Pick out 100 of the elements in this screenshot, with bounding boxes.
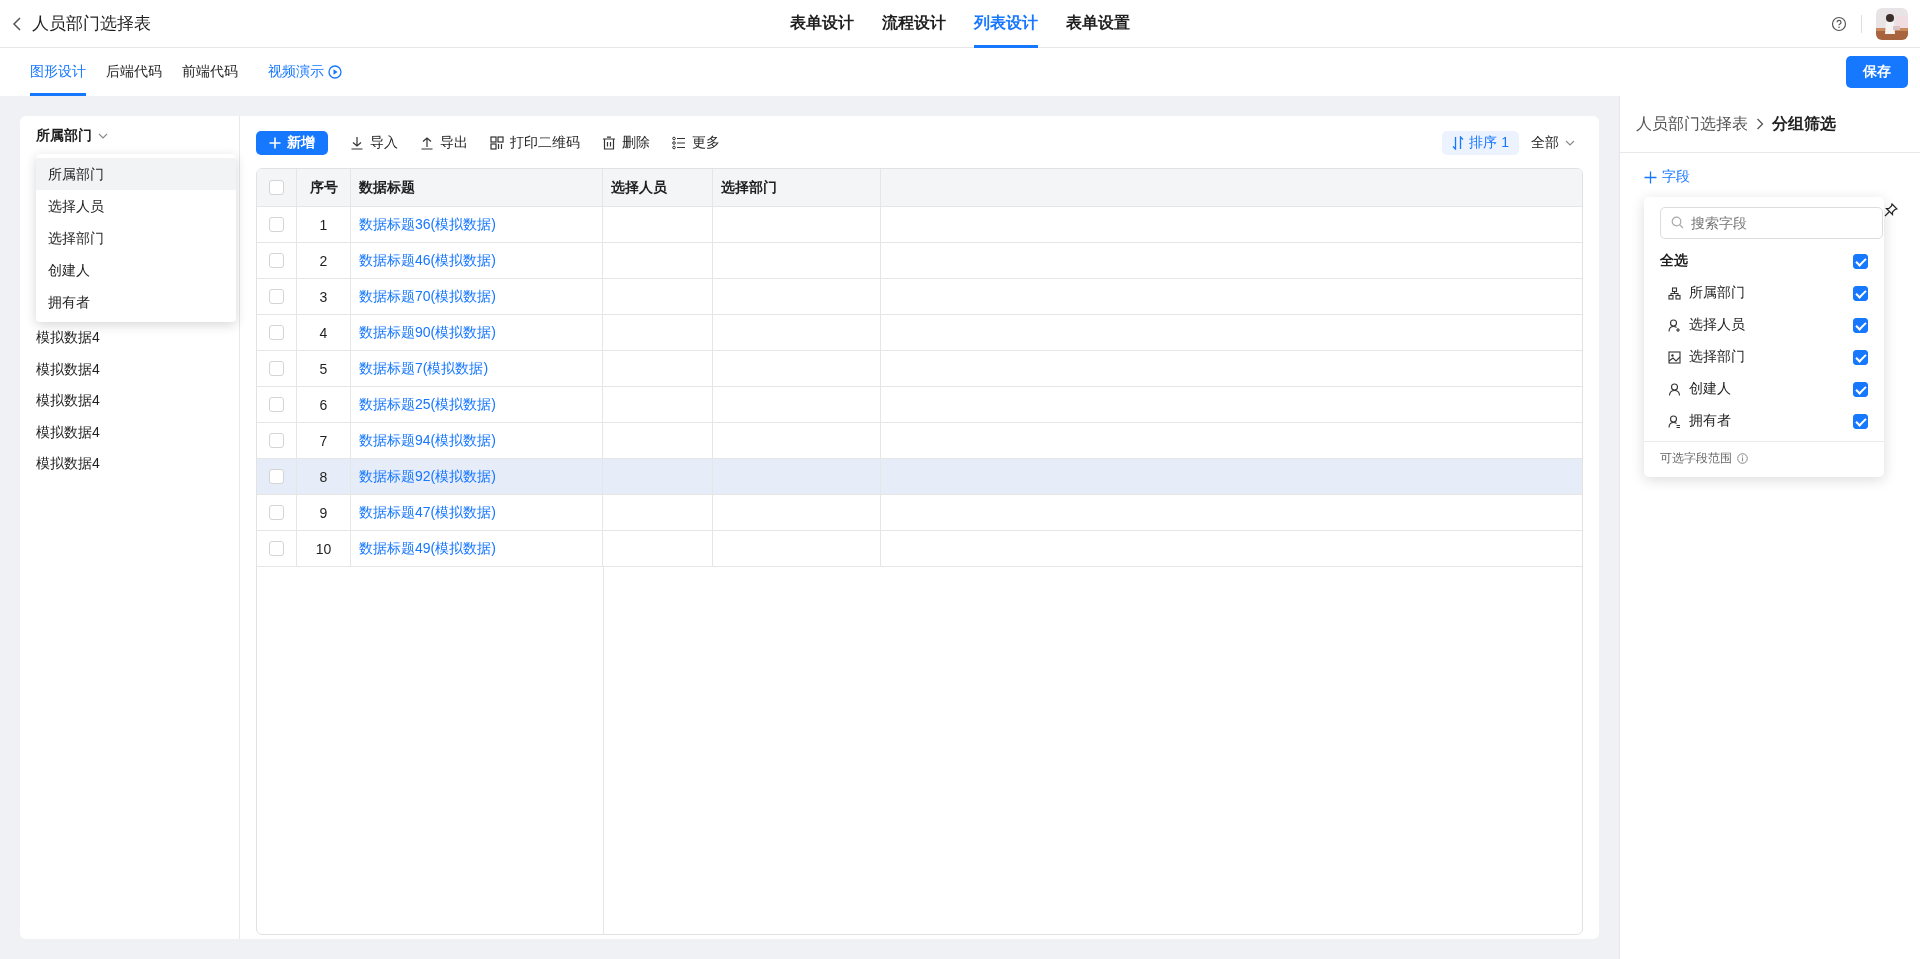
group-item[interactable]: 模拟数据4 — [36, 353, 223, 385]
chevron-right-icon — [1756, 118, 1764, 130]
hierarchy-icon — [1668, 286, 1681, 300]
nav-tab[interactable]: 表单设计 — [790, 0, 854, 48]
table-cell: 7 — [297, 423, 351, 458]
sort-button[interactable]: 排序 1 — [1442, 131, 1519, 155]
title-link[interactable]: 数据标题70(模拟数据) — [359, 287, 496, 306]
group-item[interactable]: 模拟数据4 — [36, 416, 223, 448]
video-link[interactable]: 视频演示 — [268, 48, 342, 96]
breadcrumb-link[interactable]: 人员部门选择表 — [1636, 113, 1748, 135]
grid-icon — [490, 136, 504, 150]
checkbox[interactable] — [1853, 253, 1868, 269]
group-item[interactable]: 模拟数据4 — [36, 322, 223, 354]
dropdown-option[interactable]: 所属部门 — [36, 158, 236, 190]
column-header: 数据标题 — [351, 169, 603, 206]
dropdown-option[interactable]: 拥有者 — [36, 286, 236, 318]
sub-tab[interactable]: 后端代码 — [106, 48, 162, 96]
list-icon — [672, 136, 686, 150]
table-row[interactable]: 1 数据标题36(模拟数据) — [257, 207, 1582, 243]
title-link[interactable]: 数据标题90(模拟数据) — [359, 323, 496, 342]
sub-tab[interactable]: 图形设计 — [30, 48, 86, 96]
title-link[interactable]: 数据标题46(模拟数据) — [359, 251, 496, 270]
table-cell: 5 — [297, 351, 351, 386]
chevron-down-icon — [98, 133, 108, 139]
table-cell: 8 — [297, 459, 351, 494]
back-icon[interactable] — [12, 15, 22, 32]
play-icon — [328, 65, 342, 79]
search-field[interactable]: 搜索字段 — [1660, 207, 1883, 239]
select-all-label: 全选 — [1660, 252, 1688, 270]
table-row[interactable]: 6 数据标题25(模拟数据) — [257, 387, 1582, 423]
title-link[interactable]: 数据标题25(模拟数据) — [359, 395, 496, 414]
table-cell: 10 — [297, 531, 351, 566]
group-item[interactable]: 模拟数据4 — [36, 385, 223, 417]
table-cell: 3 — [297, 279, 351, 314]
chevron-down-icon — [1565, 140, 1575, 146]
dropdown-option[interactable]: 选择人员 — [36, 190, 236, 222]
table-row[interactable]: 9 数据标题47(模拟数据) — [257, 495, 1582, 531]
column-header: 选择人员 — [603, 169, 713, 206]
checkbox[interactable] — [1853, 285, 1868, 301]
title-link[interactable]: 数据标题7(模拟数据) — [359, 359, 489, 378]
image-icon — [1668, 350, 1681, 364]
dropdown-option[interactable]: 创建人 — [36, 254, 236, 286]
table-cell: 2 — [297, 243, 351, 278]
table-cell: 6 — [297, 387, 351, 422]
title-link[interactable]: 数据标题92(模拟数据) — [359, 467, 496, 486]
toolbar-action[interactable]: 导出 — [420, 134, 468, 152]
dropdown-option[interactable]: 选择部门 — [36, 222, 236, 254]
table-cell: 1 — [297, 207, 351, 242]
toolbar-action[interactable]: 导入 — [350, 134, 398, 152]
user-owner-icon — [1668, 414, 1681, 428]
field-label: 选择人员 — [1689, 316, 1746, 334]
table-row[interactable]: 5 数据标题7(模拟数据) — [257, 351, 1582, 387]
table-row[interactable]: 2 数据标题46(模拟数据) — [257, 243, 1582, 279]
checkbox[interactable] — [1853, 317, 1868, 333]
add-field-button[interactable]: 字段 — [1644, 165, 1690, 189]
plus-icon — [269, 137, 281, 149]
user-add-icon — [1668, 318, 1681, 332]
sort-icon — [1452, 136, 1465, 150]
column-header: 选择部门 — [713, 169, 881, 206]
trash-icon — [602, 136, 616, 150]
field-label: 所属部门 — [1689, 284, 1746, 302]
nav-tab[interactable]: 流程设计 — [882, 0, 946, 48]
checkbox[interactable] — [1853, 349, 1868, 365]
plus-icon — [1644, 170, 1657, 184]
toolbar-action[interactable]: 打印二维码 — [490, 134, 580, 152]
user-icon — [1668, 382, 1681, 396]
table-row[interactable]: 10 数据标题49(模拟数据) — [257, 531, 1582, 567]
table-cell: 9 — [297, 495, 351, 530]
footer-text: 可选字段范围 — [1660, 450, 1732, 467]
checkbox[interactable] — [1853, 413, 1868, 429]
toolbar-action[interactable]: 更多 — [672, 134, 720, 152]
title-link[interactable]: 数据标题36(模拟数据) — [359, 215, 496, 234]
sub-tab[interactable]: 前端代码 — [182, 48, 238, 96]
breadcrumb-current: 分组筛选 — [1772, 113, 1836, 134]
field-label: 创建人 — [1689, 380, 1732, 398]
title-link[interactable]: 数据标题47(模拟数据) — [359, 503, 496, 522]
column-header: 序号 — [297, 169, 351, 206]
field-label: 选择部门 — [1689, 348, 1746, 366]
table-row[interactable]: 7 数据标题94(模拟数据) — [257, 423, 1582, 459]
save-button[interactable]: 保存 — [1846, 56, 1908, 88]
download-icon — [350, 136, 364, 150]
filter-dropdown[interactable]: 全部 — [1531, 134, 1575, 152]
add-button[interactable]: 新增 — [256, 131, 328, 155]
group-selector[interactable]: 所属部门 — [36, 126, 108, 146]
table-cell: 4 — [297, 315, 351, 350]
upload-icon — [420, 136, 434, 150]
help-icon[interactable] — [1831, 15, 1847, 32]
group-item[interactable]: 模拟数据4 — [36, 448, 223, 480]
table-row[interactable]: 8 数据标题92(模拟数据) — [257, 459, 1582, 495]
field-label: 拥有者 — [1689, 412, 1732, 430]
toolbar-action[interactable]: 删除 — [602, 134, 650, 152]
table-row[interactable]: 3 数据标题70(模拟数据) — [257, 279, 1582, 315]
title-link[interactable]: 数据标题94(模拟数据) — [359, 431, 496, 450]
title-link[interactable]: 数据标题49(模拟数据) — [359, 539, 496, 558]
pin-icon[interactable] — [1884, 203, 1898, 217]
info-icon[interactable] — [1737, 453, 1748, 464]
page-title: 人员部门选择表 — [32, 13, 151, 35]
nav-tab[interactable]: 表单设置 — [1066, 0, 1130, 48]
table-row[interactable]: 4 数据标题90(模拟数据) — [257, 315, 1582, 351]
checkbox[interactable] — [1853, 381, 1868, 397]
